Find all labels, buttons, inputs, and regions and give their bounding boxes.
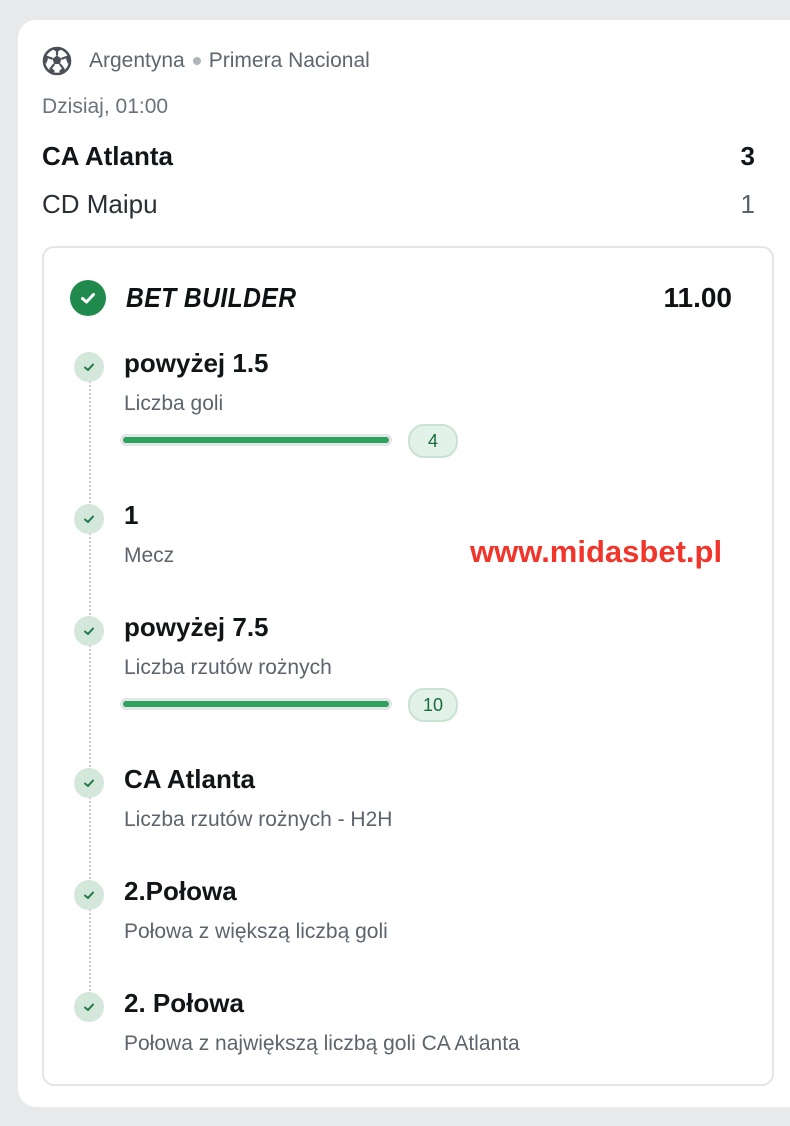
- match-time: Dzisiaj, 01:00: [42, 95, 169, 118]
- bet-leg-title: 2. Połowa: [124, 988, 244, 1018]
- check-circle-icon: [70, 280, 106, 316]
- bet-leg-title: CA Atlanta: [124, 764, 255, 794]
- soccer-ball-icon: [42, 46, 72, 76]
- check-icon: [74, 352, 104, 382]
- bet-leg-title: powyżej 1.5: [124, 348, 269, 378]
- separator-dot: [192, 57, 201, 65]
- progress-fill: [123, 701, 389, 707]
- check-icon: [74, 992, 104, 1022]
- bet-builder-header: BET BUILDER: [70, 278, 730, 318]
- bet-leg-title: 2.Połowa: [124, 876, 237, 906]
- progress-count-badge: 4: [408, 424, 458, 458]
- bet-builder-odds: 11.00: [663, 282, 732, 313]
- progress-fill: [123, 437, 389, 443]
- bet-builder-panel: BET BUILDER 11.00 powyżej 1.5 Liczba gol…: [42, 246, 774, 1086]
- timeline-line: [89, 366, 91, 1006]
- away-team-row: CD Maipu 1: [42, 189, 755, 220]
- league-name: Primera Nacional: [208, 49, 370, 72]
- check-icon: [74, 880, 104, 910]
- home-team-score: 3: [740, 141, 755, 171]
- check-icon: [74, 504, 104, 534]
- bet-leg-market: Liczba goli: [124, 392, 224, 415]
- away-team-score: 1: [740, 189, 755, 219]
- bet-builder-title: BET BUILDER: [126, 282, 297, 313]
- check-icon: [74, 616, 104, 646]
- check-icon: [74, 768, 104, 798]
- progress-count-badge: 10: [408, 688, 458, 722]
- bet-leg-title: powyżej 7.5: [124, 612, 269, 642]
- progress-bar: [120, 698, 392, 710]
- bet-leg-title: 1: [124, 500, 139, 530]
- home-team-row: CA Atlanta 3: [42, 141, 755, 172]
- bet-leg-market: Połowa z większą liczbą goli: [124, 920, 388, 943]
- bet-leg-market: Mecz: [124, 544, 175, 567]
- progress-bar: [120, 434, 392, 446]
- bet-leg-market: Połowa z największą liczbą goli CA Atlan…: [124, 1032, 520, 1055]
- country-name: Argentyna: [89, 49, 185, 72]
- home-team-name: CA Atlanta: [42, 141, 173, 171]
- away-team-name: CD Maipu: [42, 189, 158, 219]
- watermark-text: www.midasbet.pl: [470, 534, 723, 569]
- league-row: Argentyna Primera Nacional: [42, 46, 370, 76]
- bet-leg-market: Liczba rzutów rożnych - H2H: [124, 808, 393, 831]
- league-label: Argentyna Primera Nacional: [89, 49, 370, 73]
- bet-leg-market: Liczba rzutów rożnych: [124, 656, 332, 679]
